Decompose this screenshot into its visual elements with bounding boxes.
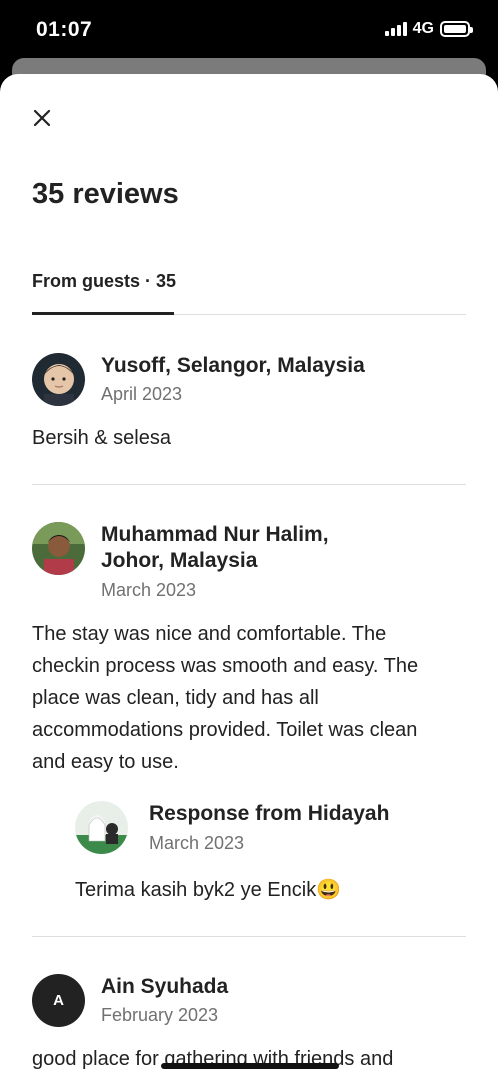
tab-from-guests[interactable]: From guests · 35 xyxy=(32,271,176,292)
review-text-line: accommodations provided. Toilet was clea… xyxy=(32,719,418,741)
close-icon xyxy=(33,109,51,127)
avatar[interactable] xyxy=(32,353,85,406)
review-text: Bersih & selesa xyxy=(32,427,171,449)
reviewer-name-line2: Johor, Malaysia xyxy=(101,549,258,572)
review-date: February 2023 xyxy=(101,1005,219,1025)
review-text-line: The stay was nice and comfortable. The xyxy=(32,623,387,645)
review-divider xyxy=(32,936,466,937)
response-date: March 2023 xyxy=(149,833,245,853)
reviewer-name: Muhammad Nur Halim, xyxy=(101,523,329,546)
avatar[interactable] xyxy=(32,522,85,575)
response-text: Terima kasih byk2 ye Encik😃 xyxy=(75,879,342,901)
home-indicator[interactable] xyxy=(161,1063,339,1069)
reviews-sheet: 35 reviews From guests · 35 Yusoff, Sela… xyxy=(0,74,498,1080)
status-icons: 4G xyxy=(384,20,473,38)
review-text: good place for gathering with friends an… xyxy=(32,1048,394,1070)
review-date: April 2023 xyxy=(101,384,183,404)
status-time: 01:07 xyxy=(36,18,93,41)
review-text-line: and easy to use. xyxy=(32,751,179,773)
reviewer-name: Yusoff, Selangor, Malaysia xyxy=(101,354,365,377)
signal-icon xyxy=(384,22,407,36)
review-text-line: checkin process was smooth and easy. The xyxy=(32,655,419,677)
network-label: 4G xyxy=(412,20,434,37)
reviewer-name: Ain Syuhada xyxy=(101,975,229,998)
tab-active-indicator xyxy=(32,312,174,315)
review-text-line: place was clean, tidy and has all xyxy=(32,687,319,709)
battery-icon xyxy=(440,21,473,37)
page-title: 35 reviews xyxy=(32,178,179,210)
review-divider xyxy=(32,484,466,485)
avatar[interactable]: A xyxy=(32,974,85,1027)
host-avatar[interactable] xyxy=(75,801,128,854)
review-date: March 2023 xyxy=(101,580,197,600)
status-bar: 01:07 4G xyxy=(0,0,498,62)
response-title: Response from Hidayah xyxy=(149,802,390,825)
close-button[interactable] xyxy=(28,104,56,132)
